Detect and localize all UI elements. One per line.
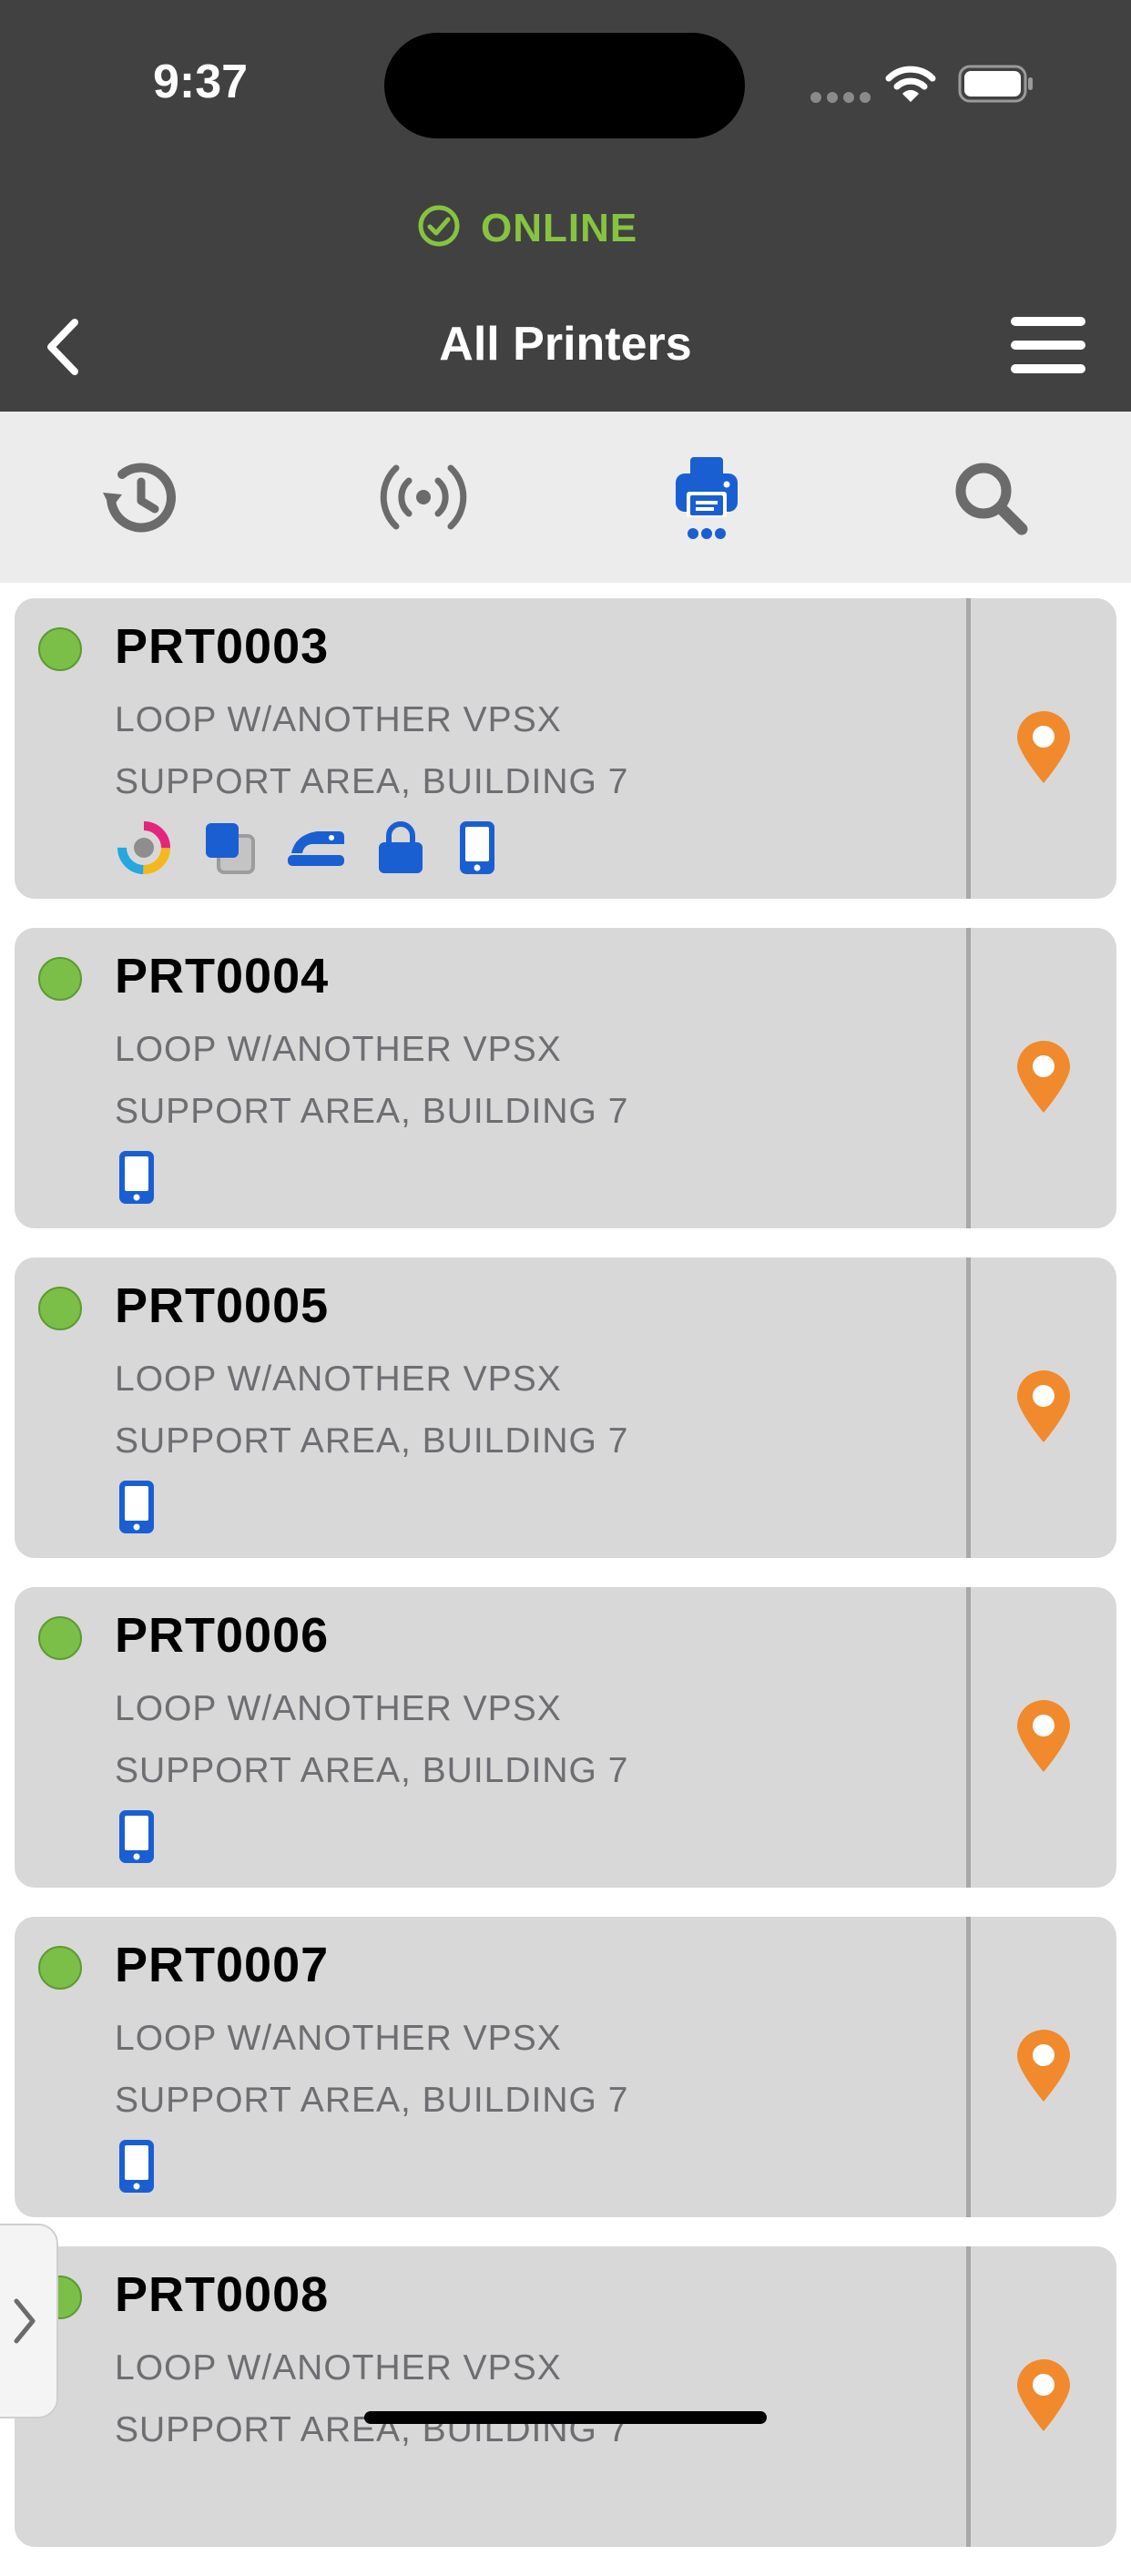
tab-bar (0, 412, 1131, 583)
printer-card[interactable]: PRT0007 LOOP W/ANOTHER VPSX SUPPORT AREA, … (15, 1917, 1116, 2217)
printer-features (115, 2137, 188, 2195)
printer-queue: LOOP W/ANOTHER VPSX (115, 2019, 562, 2058)
mobile-icon (115, 1807, 158, 1866)
printer-card[interactable]: PRT0004 LOOP W/ANOTHER VPSX SUPPORT AREA, … (15, 928, 1116, 1228)
printer-name: PRT0007 (115, 1938, 330, 1992)
battery-icon (958, 64, 1036, 108)
printer-features (115, 819, 528, 877)
online-status-dot (38, 1946, 82, 1990)
printer-features (115, 1148, 188, 1207)
menu-button[interactable] (1011, 317, 1085, 377)
location-pin-button[interactable] (971, 1257, 1116, 1558)
online-check-icon (417, 204, 461, 252)
mobile-icon (115, 1478, 158, 1536)
location-pin-icon (1014, 2357, 1074, 2438)
printer-name: PRT0004 (115, 949, 330, 1003)
printer-card[interactable]: PRT0006 LOOP W/ANOTHER VPSX SUPPORT AREA, … (15, 1587, 1116, 1888)
printer-location: SUPPORT AREA, BUILDING 7 (115, 762, 629, 801)
location-pin-icon (1014, 2027, 1074, 2108)
location-pin-button[interactable] (971, 928, 1116, 1228)
location-pin-button[interactable] (971, 598, 1116, 899)
printer-queue: LOOP W/ANOTHER VPSX (115, 1689, 562, 1728)
printer-name: PRT0006 (115, 1608, 330, 1663)
mobile-icon (115, 1148, 158, 1207)
printer-queue: LOOP W/ANOTHER VPSX (115, 2348, 562, 2388)
printer-icon (676, 457, 738, 539)
side-drawer-handle[interactable] (0, 2224, 58, 2418)
mobile-icon (455, 819, 499, 877)
wifi-icon (885, 64, 936, 108)
status-time: 9:37 (153, 56, 249, 108)
printer-name: PRT0005 (115, 1278, 330, 1333)
online-status-dot (38, 1287, 82, 1330)
location-pin-icon (1014, 1038, 1074, 1119)
app-header: 9:37 ONLINE All Printers (0, 0, 1131, 412)
location-pin-icon (1014, 1368, 1074, 1449)
mobile-icon (115, 2137, 158, 2195)
printer-queue: LOOP W/ANOTHER VPSX (115, 700, 562, 739)
connection-status: ONLINE (417, 204, 637, 252)
home-indicator[interactable] (364, 2411, 767, 2424)
online-label: ONLINE (481, 205, 638, 250)
history-icon (103, 463, 176, 533)
tab-printers[interactable] (647, 412, 766, 583)
color-icon (115, 819, 173, 877)
secure-lock-icon (375, 820, 426, 875)
printer-features (115, 1478, 188, 1536)
dynamic-island (384, 33, 745, 138)
search-icon (955, 463, 1028, 535)
location-pin-button[interactable] (971, 2246, 1116, 2547)
printer-queue: LOOP W/ANOTHER VPSX (115, 1359, 562, 1399)
location-pin-button[interactable] (971, 1587, 1116, 1888)
staple-icon (286, 826, 346, 870)
tab-history[interactable] (80, 412, 199, 583)
printer-queue: LOOP W/ANOTHER VPSX (115, 1030, 562, 1069)
online-status-dot (38, 1616, 82, 1660)
printer-location: SUPPORT AREA, BUILDING 7 (115, 1751, 629, 1790)
location-pin-button[interactable] (971, 1917, 1116, 2217)
printer-features (115, 1807, 188, 1866)
broadcast-icon (380, 464, 467, 530)
printer-location: SUPPORT AREA, BUILDING 7 (115, 1421, 629, 1461)
chevron-right-icon (14, 2298, 36, 2344)
location-pin-icon (1014, 708, 1074, 789)
printer-name: PRT0008 (115, 2267, 330, 2322)
location-pin-icon (1014, 1697, 1074, 1778)
online-status-dot (38, 627, 82, 671)
tab-search[interactable] (931, 412, 1049, 583)
online-status-dot (38, 957, 82, 1001)
printer-location: SUPPORT AREA, BUILDING 7 (115, 1092, 629, 1131)
duplex-icon (202, 820, 257, 876)
printer-card[interactable]: PRT0008 LOOP W/ANOTHER VPSX SUPPORT AREA, … (15, 2246, 1116, 2547)
tab-nearby[interactable] (364, 412, 483, 583)
cellular-signal-icon (810, 91, 876, 107)
printer-location: SUPPORT AREA, BUILDING 7 (115, 2081, 629, 2120)
printer-card[interactable]: PRT0003 LOOP W/ANOTHER VPSX SUPPORT AREA, … (15, 598, 1116, 899)
printer-name: PRT0003 (115, 619, 330, 674)
page-title: All Printers (439, 318, 692, 371)
printer-card[interactable]: PRT0005 LOOP W/ANOTHER VPSX SUPPORT AREA, … (15, 1257, 1116, 1558)
printer-list: PRT0003 LOOP W/ANOTHER VPSX SUPPORT AREA, … (15, 598, 1116, 2576)
